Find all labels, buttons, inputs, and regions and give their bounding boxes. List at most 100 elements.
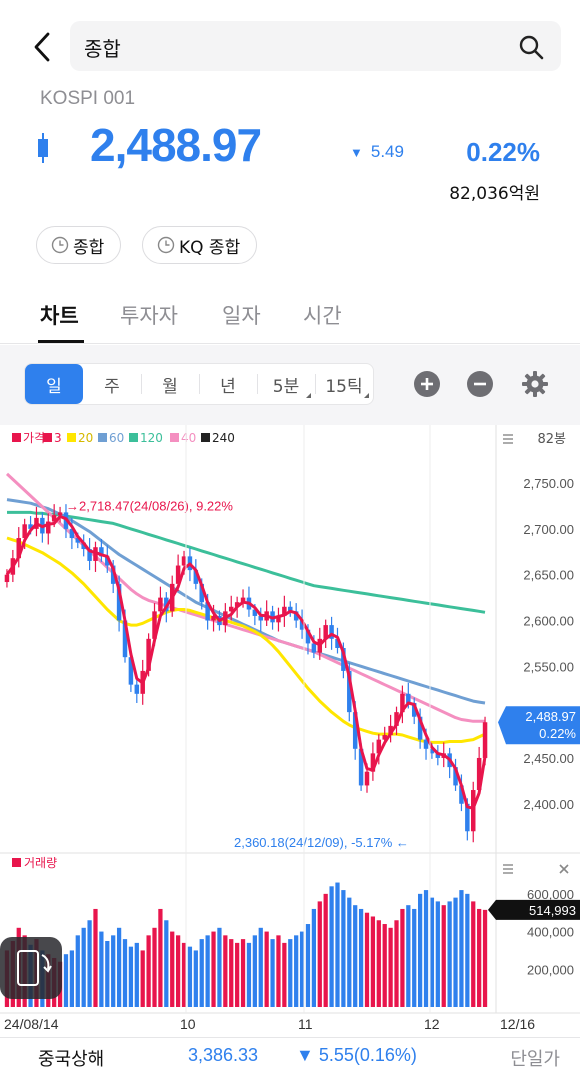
volume-bar [229, 939, 234, 1007]
tab-time[interactable]: 시간 [303, 300, 342, 330]
legend-swatch [98, 433, 107, 442]
period-week[interactable]: 주 [83, 364, 141, 404]
price-change: ▼ 5.49 [350, 142, 404, 162]
volume-panel-menu-icon[interactable] [503, 864, 513, 874]
volume-bar [453, 897, 458, 1007]
search-input[interactable]: 종합 [70, 21, 561, 71]
legend-label: 20 [78, 431, 93, 445]
period-5min[interactable]: 5분 [257, 364, 315, 404]
volume-bar [353, 905, 358, 1007]
volume-bar [164, 920, 169, 1007]
legend-swatch [129, 433, 138, 442]
period-year[interactable]: 년 [199, 364, 257, 404]
volume-bar [382, 924, 387, 1007]
candle-body [57, 512, 63, 516]
volume-bar [317, 901, 322, 1007]
volume-bar [412, 908, 417, 1007]
y-tick-label: 2,650.00 [523, 568, 574, 583]
volume-y-tick: 200,000 [527, 962, 574, 977]
volume-bar [152, 927, 157, 1007]
volume-bar [69, 950, 75, 1007]
volume-bar [252, 935, 257, 1007]
chip-composite[interactable]: 종합 [36, 226, 122, 264]
volume-bar [441, 905, 446, 1007]
volume-bar [465, 893, 470, 1007]
x-tick-label: 11 [298, 1016, 313, 1032]
x-tick-label: 10 [180, 1016, 196, 1032]
volume-bar [435, 901, 440, 1007]
volume-bar [264, 931, 269, 1007]
tab-investor[interactable]: 투자자 [120, 300, 178, 330]
max-annotation: →2,718.47(24/08/26), 9.22% [66, 498, 233, 513]
current-pct-label: 0.22% [539, 726, 576, 741]
back-arrow-icon[interactable] [28, 30, 58, 64]
period-selector: 일 주 월 년 5분 15틱 [24, 363, 374, 405]
volume-bar [311, 908, 317, 1007]
close-icon[interactable] [559, 864, 569, 874]
volume-bar [394, 920, 399, 1007]
rotate-device-icon [17, 950, 52, 986]
volume-bar [459, 890, 464, 1007]
legend-swatch [67, 433, 76, 442]
price-panel-menu-icon[interactable] [503, 434, 513, 444]
y-tick-label: 2,700.00 [523, 522, 574, 537]
tab-daily[interactable]: 일자 [222, 300, 261, 330]
ticker-price: 3,386.33 [188, 1045, 259, 1065]
tab-chart[interactable]: 차트 [40, 300, 79, 330]
candle-body [134, 684, 140, 694]
chip-label: 종합 [73, 237, 105, 258]
current-price: 2,488.97 [90, 119, 262, 171]
volume-bar [294, 935, 299, 1007]
y-tick-label: 2,750.00 [523, 476, 574, 491]
volume-bar [370, 916, 376, 1007]
volume-bar [211, 931, 216, 1007]
volume-bar [288, 939, 293, 1007]
volume-bar [217, 927, 222, 1007]
legend-label: 가격 [23, 431, 45, 445]
volume-bar [87, 920, 92, 1007]
volume-bar [358, 908, 364, 1007]
volume-bar [235, 942, 240, 1007]
volume-bar [140, 950, 145, 1007]
volume-bar [347, 897, 352, 1007]
x-tick-label: 12 [424, 1016, 440, 1032]
gear-icon[interactable] [521, 370, 549, 398]
volume-bar [335, 882, 340, 1007]
price-chart[interactable]: 2,750.00 2,700.00 2,650.00 2,600.00 2,550.00… [0, 425, 580, 1037]
legend-swatch [12, 433, 21, 442]
bottom-ticker[interactable]: 중국상해 3,386.33 ▼ 5.55(0.16%) 단일가 [0, 1037, 580, 1074]
volume-bar [406, 905, 411, 1007]
bar-count-label: 82봉 [537, 432, 566, 447]
search-icon[interactable] [517, 33, 545, 61]
zoom-out-button[interactable] [467, 371, 493, 397]
volume-bar [471, 901, 476, 1007]
volume-bar [128, 946, 134, 1007]
legend-label: 60 [109, 431, 124, 445]
volume-bar [122, 939, 128, 1007]
y-tick-label: 2,400.00 [523, 797, 574, 812]
period-day[interactable]: 일 [25, 364, 83, 404]
volume-bar [158, 908, 163, 1007]
legend-label: 40 [181, 431, 196, 445]
legend-label: 120 [140, 431, 163, 445]
volume-y-tick: 600,000 [527, 887, 574, 902]
price-change-percent: 0.22% [466, 137, 540, 167]
screen-rotate-button[interactable] [0, 937, 62, 999]
tab-bar: 차트 투자자 일자 시간 [0, 290, 580, 344]
volume-bar [305, 924, 311, 1007]
period-month[interactable]: 월 [141, 364, 199, 404]
chart-canvas[interactable]: 2,750.00 2,700.00 2,650.00 2,600.00 2,550.00… [0, 425, 580, 1037]
period-15tick[interactable]: 15틱 [315, 364, 373, 404]
legend-swatch [201, 433, 210, 442]
zoom-in-button[interactable] [414, 371, 440, 397]
volume-bar [146, 935, 151, 1007]
down-triangle-icon: ▼ [350, 145, 363, 160]
volume-bar [240, 939, 246, 1007]
x-tick-label: 24/08/14 [4, 1016, 59, 1032]
volume-bar [193, 950, 198, 1007]
ma3-line [5, 514, 487, 810]
volume-bar [276, 935, 281, 1007]
volume-bar [187, 946, 193, 1007]
search-header: 종합 [0, 18, 580, 74]
chip-kq-composite[interactable]: KQ 종합 [142, 226, 258, 264]
